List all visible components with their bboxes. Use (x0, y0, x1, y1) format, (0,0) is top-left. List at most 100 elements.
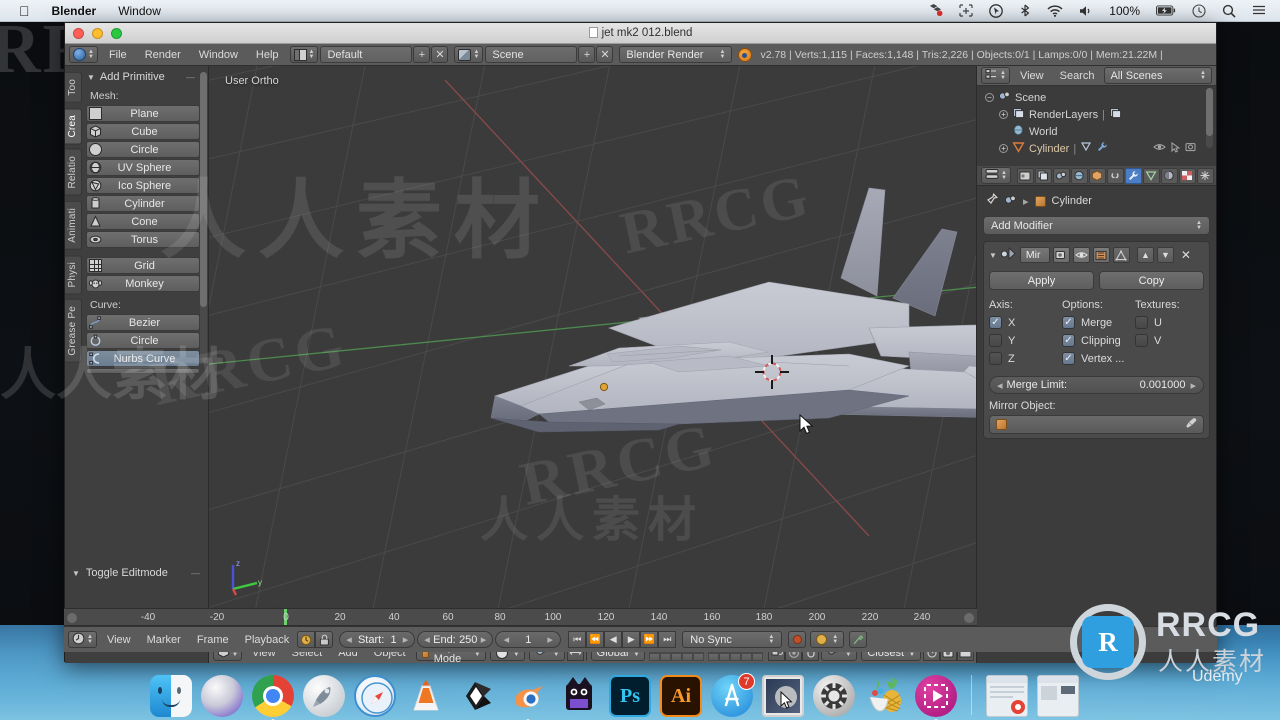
dock-item-pineapple[interactable] (864, 675, 906, 717)
outliner-row-world[interactable]: World (981, 123, 1214, 140)
screenshot-icon[interactable] (951, 4, 981, 17)
tab-tools[interactable]: Too (65, 72, 82, 103)
auto-keyframe-button[interactable] (788, 631, 807, 648)
clipping-checkbox[interactable] (1062, 334, 1075, 347)
search-icon[interactable] (1214, 4, 1244, 18)
axis-z-row[interactable]: Z (989, 352, 1058, 365)
tool-shelf-scrollbar[interactable] (200, 72, 207, 362)
modifier-cage-toggle[interactable] (1112, 247, 1130, 263)
editor-type-selector-timeline[interactable]: ▲ ▼ (68, 631, 97, 648)
ruler-handle-right[interactable] (964, 613, 974, 623)
timeline-menu-view[interactable]: View (99, 631, 139, 649)
modifier-name-field[interactable]: Mir (1019, 247, 1050, 263)
axis-x-row[interactable]: X (989, 316, 1058, 329)
menubar-item-window[interactable]: Window (107, 0, 172, 22)
menubar-app-name[interactable]: Blender (41, 0, 108, 22)
merge-checkbox[interactable] (1062, 316, 1075, 329)
eyedropper-icon[interactable] (1185, 417, 1197, 432)
select-arrow-icon[interactable] (1171, 141, 1181, 156)
expand-icon[interactable]: + (999, 144, 1008, 153)
add-modifier-button[interactable]: Add Modifier ▲ ▼ (983, 216, 1210, 235)
delete-scene-button[interactable]: ✕ (596, 46, 614, 63)
eye-icon[interactable] (1153, 142, 1166, 156)
chevron-right-icon[interactable]: ▸ (547, 633, 553, 646)
screen-layout-name[interactable]: Default (320, 46, 413, 63)
timemachine-icon[interactable] (1184, 3, 1214, 18)
dock-item-siri[interactable] (201, 675, 243, 717)
tool-button-cylinder[interactable]: Cylinder (86, 195, 200, 212)
screen-layout-browse[interactable]: ▲ ▼ (289, 46, 319, 63)
ruler-handle-left[interactable] (67, 613, 77, 623)
tool-button-ico-sphere[interactable]: Ico Sphere (86, 177, 200, 194)
collapse-icon[interactable]: − (985, 93, 994, 102)
tool-button-plane[interactable]: Plane (86, 105, 200, 122)
axis-x-checkbox[interactable] (989, 316, 1002, 329)
tool-button-curve-circle[interactable]: Circle (86, 332, 200, 349)
dock-item-vlc[interactable] (405, 675, 447, 717)
dock-item-unity[interactable] (456, 675, 498, 717)
chevron-right-icon[interactable]: ▸ (481, 633, 487, 646)
tab-particles[interactable] (1196, 167, 1214, 184)
texture-v-row[interactable]: V (1135, 334, 1204, 347)
outliner-row-scene[interactable]: − Scene (981, 89, 1214, 106)
viewport-3d[interactable]: User Ortho z y (1) Cylinder (209, 66, 976, 641)
layer-cell[interactable] (719, 652, 731, 661)
apply-button[interactable]: Apply (989, 271, 1094, 290)
dock-item-photoshop[interactable]: Ps (609, 675, 651, 717)
modifier-editmode-toggle[interactable] (1092, 247, 1110, 263)
play-button[interactable]: ▶ (622, 631, 641, 648)
next-keyframe-button[interactable]: ⏩ (640, 631, 659, 648)
scene-name-field[interactable]: Scene (485, 46, 578, 63)
jump-to-end-button[interactable]: ⏭ (658, 631, 677, 648)
chevron-right-icon[interactable]: ▸ (403, 633, 409, 646)
layer-cell[interactable] (741, 652, 753, 661)
dock-item-system-preferences[interactable] (813, 675, 855, 717)
option-vertex-groups-row[interactable]: Vertex ... (1062, 352, 1131, 365)
panel-header-toggle-editmode[interactable]: ▼ Toggle Editmode — (65, 567, 209, 579)
sync-mode-selector[interactable]: No Sync ▲ ▼ (682, 631, 783, 648)
camera-render-icon[interactable] (1185, 142, 1198, 156)
tool-button-nurbs-curve[interactable]: Nurbs Curve (86, 350, 200, 367)
start-frame-field[interactable]: ◂ Start: 1 ▸ (339, 631, 416, 648)
tab-grease-pencil[interactable]: Grease Pe (65, 298, 82, 363)
render-engine-selector[interactable]: Blender Render ▲ ▼ (619, 46, 733, 63)
outliner-restrict-icons[interactable] (1153, 141, 1214, 156)
previous-keyframe-button[interactable]: ⏪ (586, 631, 605, 648)
outliner-menu-search[interactable]: Search (1052, 67, 1103, 85)
layer-cell[interactable] (671, 652, 683, 661)
editor-type-selector-info[interactable]: ▲ ▼ (69, 46, 98, 63)
dock-item-game[interactable] (558, 675, 600, 717)
outliner-scrollbar[interactable] (1206, 88, 1213, 148)
tab-texture[interactable] (1178, 167, 1196, 184)
chevron-down-icon[interactable]: ▼ (989, 251, 997, 260)
layer-cell[interactable] (708, 652, 720, 661)
insert-keyframe-button[interactable] (849, 631, 868, 648)
tool-button-grid[interactable]: Grid (86, 257, 200, 274)
timeline-menu-frame[interactable]: Frame (189, 631, 237, 649)
axis-z-checkbox[interactable] (989, 352, 1002, 365)
end-frame-field[interactable]: ◂ End: 250 ▸ (417, 631, 494, 648)
notification-center-icon[interactable] (1244, 5, 1274, 17)
axis-y-checkbox[interactable] (989, 334, 1002, 347)
layer-cell[interactable] (649, 652, 661, 661)
dock-item-safari[interactable] (354, 675, 396, 717)
pin-icon[interactable] (985, 193, 998, 209)
tab-object[interactable] (1088, 167, 1106, 184)
tab-material[interactable] (1160, 167, 1178, 184)
volume-icon[interactable] (1071, 5, 1101, 17)
timeline-frame-ruler[interactable]: -40 -20 0 20 40 60 80 100 120 140 160 18… (64, 608, 977, 626)
jump-to-start-button[interactable]: ⏮ (568, 631, 587, 648)
timeline-menu-playback[interactable]: Playback (237, 631, 298, 649)
tool-button-cone[interactable]: Cone (86, 213, 200, 230)
option-merge-row[interactable]: Merge (1062, 316, 1131, 329)
tab-modifiers[interactable] (1124, 167, 1142, 184)
tool-button-torus[interactable]: Torus (86, 231, 200, 248)
modifier-move-down-button[interactable]: ▼ (1156, 247, 1174, 263)
panel-header-add-primitive[interactable]: ▼ Add Primitive — (84, 69, 204, 87)
tab-physics[interactable]: Physi (65, 254, 82, 294)
tool-button-cube[interactable]: Cube (86, 123, 200, 140)
merge-limit-slider[interactable]: ◂ Merge Limit: 0.001000 ▸ (989, 376, 1204, 394)
add-scene-button[interactable]: + (578, 46, 596, 63)
add-layout-button[interactable]: + (413, 46, 431, 63)
texture-v-checkbox[interactable] (1135, 334, 1148, 347)
